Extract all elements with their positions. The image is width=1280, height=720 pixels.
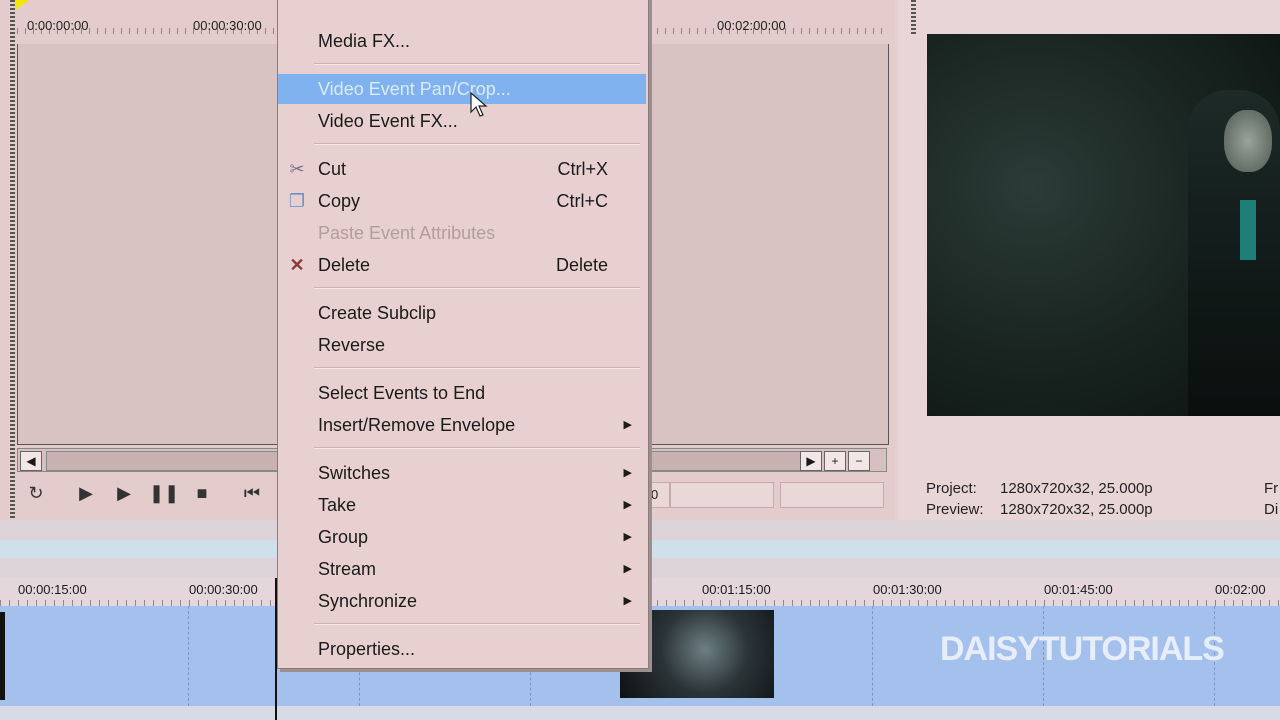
preview-face xyxy=(1224,110,1272,172)
menu-item-switches[interactable]: Switches ▶ xyxy=(278,458,646,488)
project-label: Project: xyxy=(926,480,977,497)
menu-item-label: Paste Event Attributes xyxy=(318,223,496,243)
stop-icon[interactable]: ■ xyxy=(187,478,217,508)
menu-item-label: Copy xyxy=(318,191,361,211)
menu-item-label: Video Event FX... xyxy=(318,111,458,131)
menu-item-cut[interactable]: ✂ Cut Ctrl+X xyxy=(278,154,646,184)
timeline-ruler-time: 00:01:15:00 xyxy=(702,582,771,597)
timeline-ruler-time: 00:02:00 xyxy=(1215,582,1266,597)
preview-label: Preview: xyxy=(926,501,984,518)
preview-info: Project: 1280x720x32, 25.000p Preview: 128… xyxy=(926,478,1153,520)
menu-item-reverse[interactable]: Reverse xyxy=(278,330,646,360)
menu-item-insert-remove-envelope[interactable]: Insert/Remove Envelope ▶ xyxy=(278,410,646,440)
scroll-left-icon[interactable]: ◀ xyxy=(20,451,42,471)
menu-item-label: Media FX... xyxy=(318,31,411,51)
menu-item-copy[interactable]: ❐ Copy Ctrl+C xyxy=(278,186,646,216)
menu-item-paste-event-attributes[interactable]: Paste Event Attributes xyxy=(278,218,646,248)
trimmer-ruler-time: 0:00:00:00 xyxy=(27,18,89,33)
play-icon[interactable]: ▶ xyxy=(109,478,139,508)
clip-edge xyxy=(0,612,5,700)
trimmer-transport: ↻ ▶ ▶ ❚❚ ■ ⏮ xyxy=(15,478,275,514)
menu-item-video-event-pan-crop[interactable]: Video Event Pan/Crop... xyxy=(278,74,646,104)
frame-label: Fr xyxy=(1264,480,1279,497)
timeline-ruler-time: 00:01:30:00 xyxy=(873,582,942,597)
trimmer-ruler-time: 00:00:30:00 xyxy=(193,18,262,33)
submenu-arrow-icon: ▶ xyxy=(623,419,632,431)
track-bottom-strip xyxy=(0,706,1280,720)
menu-item-video-event-fx[interactable]: Video Event FX... xyxy=(278,106,646,136)
context-menu: Media FX... Video Event Pan/Crop... Vide… xyxy=(277,0,649,669)
trimmer-ruler-time: 00:02:00:00 xyxy=(717,18,786,33)
menu-item-label: Create Subclip xyxy=(318,303,437,323)
play-from-start-icon[interactable]: ▶ xyxy=(71,478,101,508)
trimmer-time-field[interactable]: 0 xyxy=(648,482,670,508)
preview-value: 1280x720x32, 25.000p xyxy=(1000,501,1153,518)
menu-item-synchronize[interactable]: Synchronize ▶ xyxy=(278,586,646,616)
menu-item-delete[interactable]: ✕ Delete Delete xyxy=(278,250,646,280)
trimmer-in-field[interactable] xyxy=(670,482,774,508)
trimmer-grip[interactable] xyxy=(10,0,15,520)
pause-icon[interactable]: ❚❚ xyxy=(149,478,179,508)
menu-item-take[interactable]: Take ▶ xyxy=(278,490,646,520)
grid-line xyxy=(872,606,874,706)
submenu-arrow-icon: ▶ xyxy=(623,467,632,479)
menu-item-label: Reverse xyxy=(318,335,386,355)
menu-item-media-fx[interactable]: Media FX... xyxy=(278,26,646,56)
menu-item-label: Group xyxy=(318,527,369,547)
mouse-pointer-icon xyxy=(470,92,488,117)
menu-item-properties[interactable]: Properties... xyxy=(278,634,646,664)
submenu-arrow-icon: ▶ xyxy=(623,563,632,575)
scroll-right-icon[interactable]: ▶ xyxy=(800,451,822,471)
grid-line xyxy=(188,606,190,706)
preview-info-right: Fr Di xyxy=(1264,478,1278,520)
timeline-ruler-time: 00:00:30:00 xyxy=(189,582,258,597)
delete-x-icon: ✕ xyxy=(289,255,305,275)
menu-separator xyxy=(314,63,640,65)
timeline-ruler-time: 00:01:45:00 xyxy=(1044,582,1113,597)
menu-separator xyxy=(314,287,640,289)
zoom-out-icon[interactable]: − xyxy=(848,451,870,471)
menu-item-label: Properties... xyxy=(318,639,416,659)
menu-item-label: Cut xyxy=(318,159,347,179)
submenu-arrow-icon: ▶ xyxy=(623,595,632,607)
menu-item-label: Switches xyxy=(318,463,391,483)
menu-item-select-events-to-end[interactable]: Select Events to End xyxy=(278,378,646,408)
preview-grip[interactable] xyxy=(911,0,916,34)
menu-item-create-subclip[interactable]: Create Subclip xyxy=(278,298,646,328)
zoom-in-icon[interactable]: + xyxy=(824,451,846,471)
timeline-ruler-time: 00:00:15:00 xyxy=(18,582,87,597)
menu-item-label: Select Events to End xyxy=(318,383,486,403)
menu-item-group[interactable]: Group ▶ xyxy=(278,522,646,552)
menu-item-stream[interactable]: Stream ▶ xyxy=(278,554,646,584)
project-value: 1280x720x32, 25.000p xyxy=(1000,480,1153,497)
menu-separator xyxy=(314,447,640,449)
menu-item-label: Stream xyxy=(318,559,377,579)
menu-item-label: Delete xyxy=(318,255,371,275)
menu-separator xyxy=(314,623,640,625)
submenu-arrow-icon: ▶ xyxy=(623,499,632,511)
menu-item-label: Take xyxy=(318,495,357,515)
scissors-icon: ✂ xyxy=(289,159,305,179)
copy-icon: ❐ xyxy=(288,191,306,211)
menu-item-label: Insert/Remove Envelope xyxy=(318,415,516,435)
menu-item-shortcut: Ctrl+X xyxy=(557,159,608,179)
menu-item-label: Synchronize xyxy=(318,591,418,611)
watermark-text: DAISYTUTORIALS xyxy=(940,630,1225,668)
trimmer-out-field[interactable] xyxy=(780,482,884,508)
display-label: Di xyxy=(1264,501,1279,518)
submenu-arrow-icon: ▶ xyxy=(623,531,632,543)
go-to-start-icon[interactable]: ⏮ xyxy=(237,478,267,508)
menu-separator xyxy=(314,367,640,369)
menu-separator xyxy=(314,143,640,145)
menu-item-shortcut: Ctrl+C xyxy=(556,191,608,211)
preview-tie xyxy=(1240,200,1256,260)
loop-icon[interactable]: ↻ xyxy=(21,478,51,508)
menu-item-shortcut: Delete xyxy=(555,255,608,275)
